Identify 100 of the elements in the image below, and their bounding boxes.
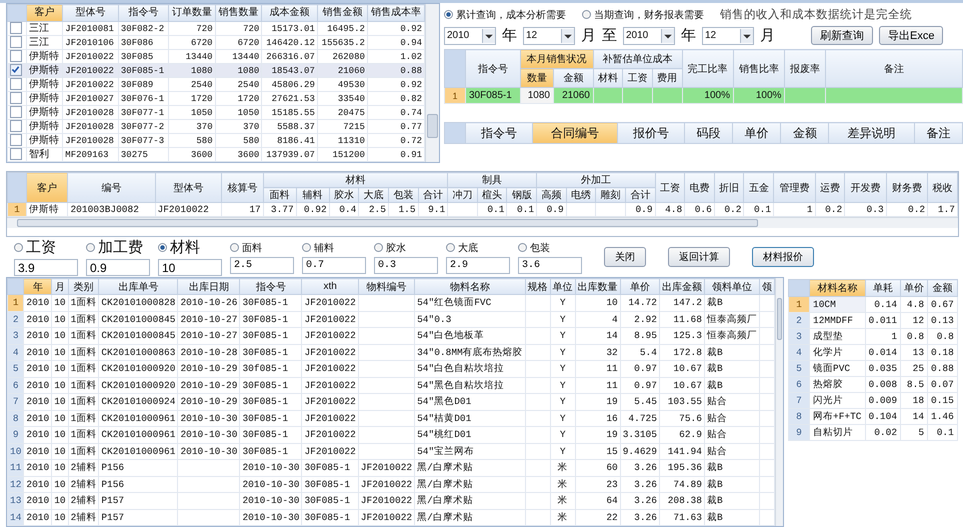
- action-button[interactable]: 材料报价: [752, 247, 814, 267]
- month-dropdown[interactable]: 12: [523, 26, 575, 44]
- row-number[interactable]: 13: [8, 492, 24, 509]
- column-header[interactable]: 领: [759, 278, 774, 294]
- row-number[interactable]: 1: [8, 202, 26, 216]
- year-dropdown[interactable]: 2010: [444, 26, 496, 44]
- action-button[interactable]: 关闭: [604, 247, 646, 267]
- column-header[interactable]: 销售比率: [733, 50, 785, 88]
- column-header[interactable]: 雕刻: [596, 188, 626, 202]
- row-number[interactable]: 1: [788, 296, 810, 312]
- column-header[interactable]: 类别: [68, 278, 99, 294]
- column-header[interactable]: 物料名称: [414, 278, 526, 294]
- checkbox[interactable]: [10, 134, 22, 146]
- row-number[interactable]: 4: [788, 344, 810, 360]
- column-header[interactable]: 销售数量: [215, 4, 262, 22]
- column-header[interactable]: 包装: [388, 188, 418, 202]
- column-header[interactable]: 客户: [26, 172, 68, 202]
- action-button[interactable]: 返回计算: [668, 247, 730, 267]
- row-number[interactable]: 12: [8, 476, 24, 492]
- row-number[interactable]: 10: [8, 443, 24, 460]
- column-header[interactable]: 备注: [826, 50, 962, 88]
- checkbox[interactable]: [10, 36, 22, 48]
- radio-button[interactable]: 材料: [158, 238, 222, 257]
- column-header[interactable]: 指令号: [466, 122, 532, 144]
- radio-button[interactable]: 当期查询，财务报表需要: [582, 8, 704, 22]
- checkbox[interactable]: [10, 22, 22, 34]
- column-header[interactable]: 材料: [593, 68, 623, 88]
- column-header[interactable]: 销售金额: [317, 4, 368, 22]
- radio-button[interactable]: 大底: [446, 240, 510, 254]
- row-number[interactable]: 6: [8, 377, 24, 394]
- column-header[interactable]: 税收: [928, 172, 958, 202]
- input-field[interactable]: 2.5: [230, 256, 294, 274]
- row-number[interactable]: 1: [8, 294, 24, 311]
- column-header[interactable]: 核算号: [222, 172, 264, 202]
- column-header[interactable]: 编号: [68, 172, 156, 202]
- column-header[interactable]: 高频: [536, 188, 566, 202]
- radio-button[interactable]: 面料: [230, 240, 294, 254]
- checkbox[interactable]: [10, 78, 22, 90]
- checkbox[interactable]: [10, 148, 22, 160]
- column-header[interactable]: 金额: [928, 280, 958, 296]
- column-header[interactable]: 费用: [652, 68, 682, 88]
- row-number[interactable]: 6: [788, 376, 810, 392]
- column-header[interactable]: 出库金额: [659, 278, 704, 294]
- column-header[interactable]: 胶水: [329, 188, 359, 202]
- column-header[interactable]: 面料: [263, 188, 296, 202]
- column-header[interactable]: 外加工: [536, 172, 656, 188]
- column-header[interactable]: 单价: [900, 280, 928, 296]
- column-header[interactable]: 订单数量: [168, 4, 216, 22]
- column-header[interactable]: 年: [24, 278, 52, 294]
- column-header[interactable]: 工资: [622, 68, 652, 88]
- column-header[interactable]: 指令号: [240, 278, 302, 294]
- row-number[interactable]: 8: [788, 408, 810, 424]
- checkbox[interactable]: [10, 64, 22, 76]
- column-header[interactable]: 财务费: [886, 172, 928, 202]
- column-header[interactable]: 规格: [525, 278, 550, 294]
- radio-button[interactable]: 胶水: [374, 240, 438, 254]
- row-number[interactable]: 7: [788, 392, 810, 408]
- column-header[interactable]: 材料名称: [810, 280, 866, 296]
- row-number[interactable]: 5: [788, 360, 810, 376]
- column-header[interactable]: 销售成本率: [367, 4, 424, 22]
- column-header[interactable]: 合同编号: [532, 122, 618, 144]
- column-header[interactable]: 成本金额: [262, 4, 318, 22]
- column-header[interactable]: 辅料: [296, 188, 330, 202]
- column-header[interactable]: 月: [52, 278, 68, 294]
- column-header[interactable]: 楦头: [477, 188, 507, 202]
- radio-button[interactable]: 加工费: [86, 238, 150, 257]
- checkbox[interactable]: [10, 92, 22, 104]
- row-number[interactable]: 4: [8, 344, 24, 360]
- row-number[interactable]: 9: [788, 424, 810, 440]
- column-header[interactable]: 指令号: [466, 50, 520, 88]
- column-header[interactable]: 合计: [418, 188, 448, 202]
- column-header[interactable]: 材料: [263, 172, 448, 188]
- column-header[interactable]: 报废率: [784, 50, 826, 88]
- checkbox[interactable]: [10, 50, 22, 62]
- column-header[interactable]: 出库数量: [575, 278, 620, 294]
- row-number[interactable]: 5: [8, 360, 24, 377]
- column-header[interactable]: 大底: [358, 188, 388, 202]
- input-field[interactable]: 0.3: [374, 256, 438, 274]
- row-number[interactable]: 1: [444, 88, 466, 104]
- column-header[interactable]: 差异说明: [828, 122, 914, 144]
- checkbox[interactable]: [10, 106, 22, 118]
- column-header[interactable]: 五金: [744, 172, 774, 202]
- column-header[interactable]: 指令号: [118, 4, 168, 22]
- column-header[interactable]: 报价号: [618, 122, 684, 144]
- radio-button[interactable]: 包装: [518, 240, 582, 254]
- column-header[interactable]: 电绣: [566, 188, 596, 202]
- row-number[interactable]: 3: [8, 328, 24, 344]
- column-header[interactable]: 单价: [620, 278, 660, 294]
- column-header[interactable]: 补暂估单位成本: [593, 50, 682, 68]
- column-header[interactable]: 出库日期: [178, 278, 240, 294]
- column-header[interactable]: 领料单位: [704, 278, 760, 294]
- row-number[interactable]: 2: [788, 312, 810, 328]
- column-header[interactable]: 物料编号: [358, 278, 415, 294]
- vertical-scrollbar[interactable]: [425, 4, 439, 162]
- column-header[interactable]: 客户: [26, 4, 63, 22]
- row-number[interactable]: 7: [8, 394, 24, 410]
- row-number[interactable]: 9: [8, 426, 24, 443]
- column-header[interactable]: 制具: [448, 172, 537, 188]
- column-header[interactable]: 单价: [732, 122, 781, 144]
- checkbox[interactable]: [10, 120, 22, 132]
